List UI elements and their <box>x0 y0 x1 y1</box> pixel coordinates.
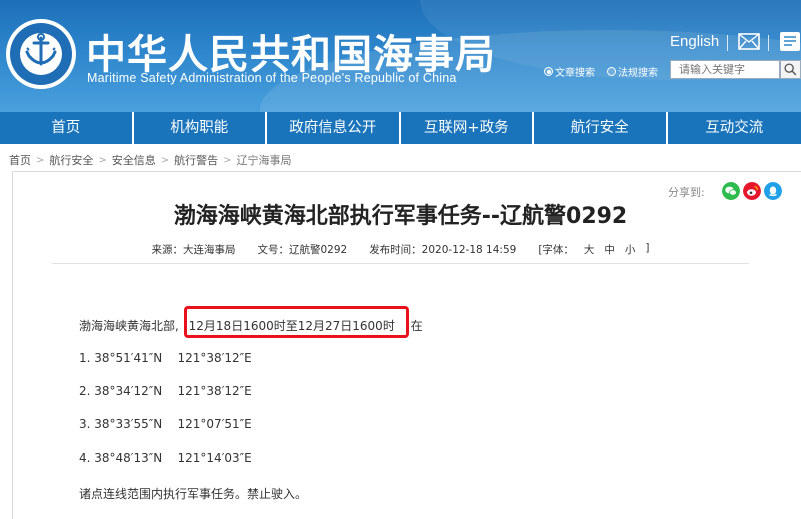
header-divider <box>768 35 769 51</box>
font-size-small[interactable]: 小 <box>625 242 636 257</box>
nav-item-internet-gov[interactable]: 互联网+政务 <box>401 112 534 144</box>
closing-paragraph: 诸点连线范围内执行军事任务。禁止驶入。 <box>79 487 308 501</box>
breadcrumb-item[interactable]: 安全信息 <box>112 152 156 168</box>
breadcrumb-item[interactable]: 航行安全 <box>49 152 93 168</box>
breadcrumb-current[interactable]: 辽宁海事局 <box>237 152 292 168</box>
english-link[interactable]: English <box>670 33 719 50</box>
search-button[interactable] <box>780 60 801 79</box>
site-title-en: Maritime Safety Administration of the Pe… <box>87 71 457 85</box>
article-meta: 来源：大连海事局 文号：辽航警0292 发布时间：2020-12-18 14:5… <box>52 236 749 264</box>
breadcrumb-separator: > <box>223 154 232 166</box>
breadcrumb-separator: > <box>160 154 170 166</box>
nav-item-organization[interactable]: 机构职能 <box>134 112 267 144</box>
nav-item-gov-info[interactable]: 政府信息公开 <box>267 112 401 144</box>
font-size-close: ] <box>645 242 650 254</box>
intro-prefix: 渤海海峡黄海北部, <box>79 319 179 333</box>
font-size-control: [字体： 大 中 小 ] <box>538 242 649 257</box>
breadcrumb-item[interactable]: 首页 <box>9 152 31 168</box>
mail-icon[interactable] <box>738 33 760 50</box>
coordinate-point: 3. 38°33′55″N 121°07′51″E <box>79 417 252 431</box>
search-scope-article[interactable]: 文章搜索 <box>544 64 595 79</box>
mobile-app-icon[interactable] <box>779 31 801 52</box>
site-header: 中华人民共和国海事局 Maritime Safety Administratio… <box>0 0 801 112</box>
scope-label: 法规搜索 <box>618 68 658 79</box>
font-size-medium[interactable]: 中 <box>604 242 615 257</box>
coordinate-point: 1. 38°51′41″N 121°38′12″E <box>79 351 252 365</box>
search-icon <box>784 63 797 76</box>
breadcrumb: 首页 > 航行安全 > 安全信息 > 航行警告 > 辽宁海事局 <box>9 152 292 168</box>
intro-suffix: 在 <box>410 319 423 333</box>
search-scope-regulation[interactable]: 法规搜索 <box>607 64 658 79</box>
scope-label: 文章搜索 <box>555 68 595 79</box>
msa-emblem-logo[interactable] <box>5 18 77 90</box>
meta-doc-number: 文号：辽航警0292 <box>257 244 348 256</box>
radio-selected-icon[interactable] <box>544 67 553 76</box>
highlight-box <box>184 306 409 338</box>
meta-source: 来源：大连海事局 <box>151 244 236 256</box>
nav-item-interaction[interactable]: 互动交流 <box>668 112 801 144</box>
coordinate-point: 2. 38°34′12″N 121°38′12″E <box>79 384 252 398</box>
font-size-label: [字体： <box>538 244 574 256</box>
breadcrumb-separator: > <box>36 154 45 166</box>
meta-published-time: 发布时间：2020-12-18 14:59 <box>369 244 517 256</box>
nav-item-home[interactable]: 首页 <box>0 112 134 144</box>
breadcrumb-item[interactable]: 航行警告 <box>174 152 218 168</box>
radio-icon[interactable] <box>607 67 616 76</box>
font-size-large[interactable]: 大 <box>584 242 595 257</box>
nav-item-navigation-safety[interactable]: 航行安全 <box>534 112 668 144</box>
main-nav: 首页 机构职能 政府信息公开 互联网+政务 航行安全 互动交流 <box>0 112 801 144</box>
coordinate-point: 4. 38°48′13″N 121°14′03″E <box>79 451 252 465</box>
breadcrumb-separator: > <box>98 154 107 166</box>
article-title: 渤海海峡黄海北部执行军事任务--辽航警0292 <box>173 204 628 229</box>
search-input[interactable] <box>670 60 780 79</box>
header-divider <box>727 35 728 51</box>
